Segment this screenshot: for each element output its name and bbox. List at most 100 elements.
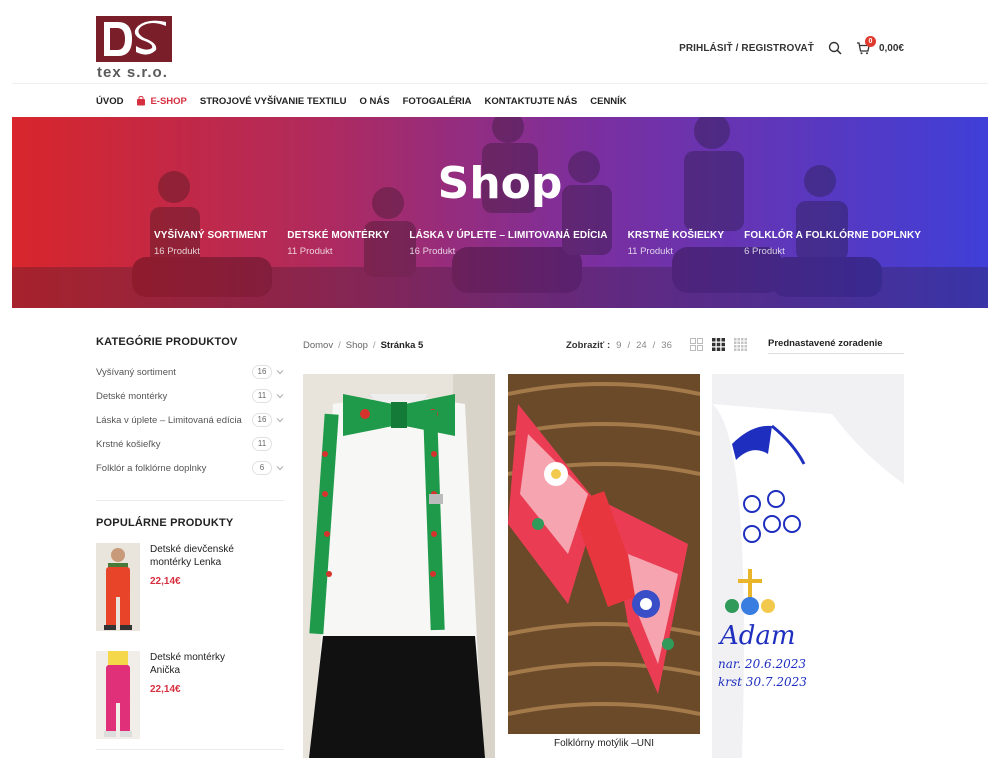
product-info: Detské dievčenské montérky Lenka 22,14€ bbox=[150, 543, 250, 631]
product-name[interactable]: Detské montérky Anička bbox=[150, 651, 250, 677]
category-item[interactable]: Láska v úplete – Limitovaná edícia 16 bbox=[96, 408, 284, 432]
nav-item-o-nas[interactable]: O NÁS bbox=[359, 96, 389, 107]
hero-category-count: 11 Produkt bbox=[287, 246, 333, 257]
product-thumbnail[interactable] bbox=[96, 543, 140, 631]
hero-category-count: 11 Produkt bbox=[627, 246, 673, 257]
hero-background-photo bbox=[12, 117, 988, 308]
breadcrumb-separator: / bbox=[338, 340, 341, 351]
shopping-bag-icon bbox=[137, 96, 146, 106]
breadcrumb-home[interactable]: Domov bbox=[303, 340, 333, 351]
hero-category-vysivany[interactable]: VYŠÍVANÝ SORTIMENT 16 Produkt bbox=[154, 230, 267, 257]
sort-order-select[interactable]: Prednastavené zoradenie bbox=[768, 338, 904, 354]
header-actions: PRIHLÁSIŤ / REGISTROVAŤ 0 0,00€ bbox=[679, 36, 904, 58]
category-count: 16 bbox=[252, 413, 272, 427]
hero-category-count: 16 Produkt bbox=[154, 246, 200, 257]
nav-item-cennik[interactable]: CENNÍK bbox=[590, 96, 626, 107]
per-page-separator: / bbox=[652, 340, 656, 351]
cart-total: 0,00€ bbox=[878, 42, 904, 54]
svg-text:Adam: Adam bbox=[718, 621, 796, 651]
product-price: 22,14€ bbox=[150, 684, 181, 695]
product-price: 22,14€ bbox=[150, 576, 181, 587]
hero-category-krstne[interactable]: KRSTNÉ KOŠIEĽKY 11 Produkt bbox=[628, 230, 725, 257]
hero-category-name: FOLKLÓR A FOLKLÓRNE DOPLNKY bbox=[744, 230, 922, 241]
product-card[interactable]: Folklórny motýlik –UNI bbox=[508, 374, 700, 758]
hero-category-monterky[interactable]: DETSKÉ MONTÉRKY 11 Produkt bbox=[287, 230, 389, 257]
hero-category-laska[interactable]: LÁSKA V ÚPLETE – LIMITOVANÁ EDÍCIA 16 Pr… bbox=[409, 230, 607, 257]
hero-category-name: DETSKÉ MONTÉRKY bbox=[287, 230, 390, 241]
categories-heading: KATEGÓRIE PRODUKTOV bbox=[96, 336, 238, 348]
category-name: Folklór a folklórne doplnky bbox=[96, 462, 207, 474]
nav-item-eshop[interactable]: E-SHOP bbox=[136, 95, 187, 107]
hero-category-count: 16 Produkt bbox=[409, 246, 456, 257]
category-name: Láska v úplete – Limitovaná edícia bbox=[96, 414, 242, 426]
nav-item-strojove-vysivanie[interactable]: STROJOVÉ VYŠÍVANIE TEXTILU bbox=[200, 96, 347, 107]
category-count: 11 bbox=[252, 389, 272, 403]
hero-category-name: LÁSKA V ÚPLETE – LIMITOVANÁ EDÍCIA bbox=[409, 230, 608, 241]
sidebar-divider bbox=[96, 500, 284, 501]
breadcrumb-shop[interactable]: Shop bbox=[346, 340, 368, 351]
category-item[interactable]: Folklór a folklórne doplnky 6 bbox=[96, 456, 284, 480]
category-name: Krstné košieľky bbox=[96, 438, 161, 450]
hero-banner bbox=[12, 117, 988, 308]
product-image[interactable]: Adam nar. 20.6.2023 krst 30.7.2023 bbox=[712, 374, 904, 758]
product-card[interactable] bbox=[303, 374, 495, 758]
grid-3-columns-icon[interactable] bbox=[712, 338, 725, 351]
products-per-page: Zobraziť : 9 / 24 / 36 bbox=[566, 340, 672, 351]
svg-text:krst 30.7.2023: krst 30.7.2023 bbox=[718, 675, 807, 689]
chevron-down-icon[interactable] bbox=[276, 368, 284, 376]
grid-2-columns-icon[interactable] bbox=[690, 338, 703, 351]
category-count: 11 bbox=[252, 437, 272, 451]
product-thumbnail[interactable] bbox=[96, 651, 140, 739]
popular-products-heading: POPULÁRNE PRODUKTY bbox=[96, 517, 234, 529]
grid-4-columns-icon[interactable] bbox=[734, 338, 747, 351]
cart-button[interactable]: 0 0,00€ bbox=[856, 36, 904, 55]
product-image[interactable] bbox=[508, 374, 700, 758]
hero-category-name: VYŠÍVANÝ SORTIMENT bbox=[154, 230, 268, 241]
category-count: 16 bbox=[252, 365, 272, 379]
cart-count-badge: 0 bbox=[864, 36, 876, 47]
svg-text:nar. 20.6.2023: nar. 20.6.2023 bbox=[718, 657, 806, 671]
per-page-separator: / bbox=[627, 340, 631, 351]
page-title: Shop bbox=[437, 158, 563, 209]
per-page-option[interactable]: 24 bbox=[636, 340, 647, 351]
login-register-link[interactable]: PRIHLÁSIŤ / REGISTROVAŤ bbox=[679, 43, 814, 54]
category-name: Detské montérky bbox=[96, 390, 168, 402]
main-nav: ÚVOD E-SHOP STROJOVÉ VYŠÍVANIE TEXTILU O… bbox=[96, 94, 627, 108]
category-item[interactable]: Detské montérky 11 bbox=[96, 384, 284, 408]
chevron-down-icon[interactable] bbox=[276, 392, 284, 400]
chevron-down-icon[interactable] bbox=[276, 464, 284, 472]
sidebar: KATEGÓRIE PRODUKTOV Vyšívaný sortiment 1… bbox=[96, 336, 284, 760]
breadcrumb: Domov / Shop / Stránka 5 bbox=[303, 340, 423, 351]
category-list: Vyšívaný sortiment 16 Detské montérky 11… bbox=[96, 360, 284, 480]
product-name[interactable]: Detské dievčenské montérky Lenka bbox=[150, 543, 250, 569]
per-page-option[interactable]: 36 bbox=[661, 340, 672, 351]
search-icon[interactable] bbox=[828, 41, 842, 55]
sidebar-divider bbox=[96, 749, 284, 750]
popular-product-item[interactable]: Detské dievčenské montérky Lenka 22,14€ bbox=[96, 543, 284, 631]
product-card[interactable]: Adam nar. 20.6.2023 krst 30.7.2023 bbox=[712, 374, 904, 758]
site-logo[interactable]: tex s.r.o. bbox=[96, 16, 172, 81]
hero-category-folklor[interactable]: FOLKLÓR A FOLKLÓRNE DOPLNKY 6 Produkt bbox=[744, 230, 921, 257]
nav-item-uvod[interactable]: ÚVOD bbox=[96, 96, 123, 107]
category-name: Vyšívaný sortiment bbox=[96, 366, 176, 378]
breadcrumb-current: Stránka 5 bbox=[380, 340, 424, 351]
category-item[interactable]: Krstné košieľky 11 bbox=[96, 432, 284, 456]
chevron-down-icon[interactable] bbox=[276, 416, 284, 424]
product-image[interactable] bbox=[303, 374, 495, 758]
category-item[interactable]: Vyšívaný sortiment 16 bbox=[96, 360, 284, 384]
product-info: Detské montérky Anička 22,14€ bbox=[150, 651, 250, 739]
per-page-option[interactable]: 9 bbox=[616, 340, 621, 351]
hero-category-links: VYŠÍVANÝ SORTIMENT 16 Produkt DETSKÉ MON… bbox=[154, 230, 921, 257]
product-title[interactable]: Folklórny motýlik –UNI bbox=[508, 738, 700, 749]
per-page-label: Zobraziť : bbox=[566, 340, 611, 351]
hero-category-name: KRSTNÉ KOŠIEĽKY bbox=[627, 230, 725, 241]
popular-product-item[interactable]: Detské montérky Anička 22,14€ bbox=[96, 651, 284, 739]
grid-view-switcher bbox=[690, 338, 747, 351]
ds-logo-mark bbox=[96, 16, 172, 62]
nav-item-fotogaleria[interactable]: FOTOGALÉRIA bbox=[403, 96, 472, 107]
logo-text: tex s.r.o. bbox=[97, 64, 168, 81]
nav-item-eshop-label: E-SHOP bbox=[150, 95, 187, 107]
hero-category-count: 6 Produkt bbox=[744, 246, 785, 257]
nav-item-kontakt[interactable]: KONTAKTUJTE NÁS bbox=[485, 96, 578, 107]
